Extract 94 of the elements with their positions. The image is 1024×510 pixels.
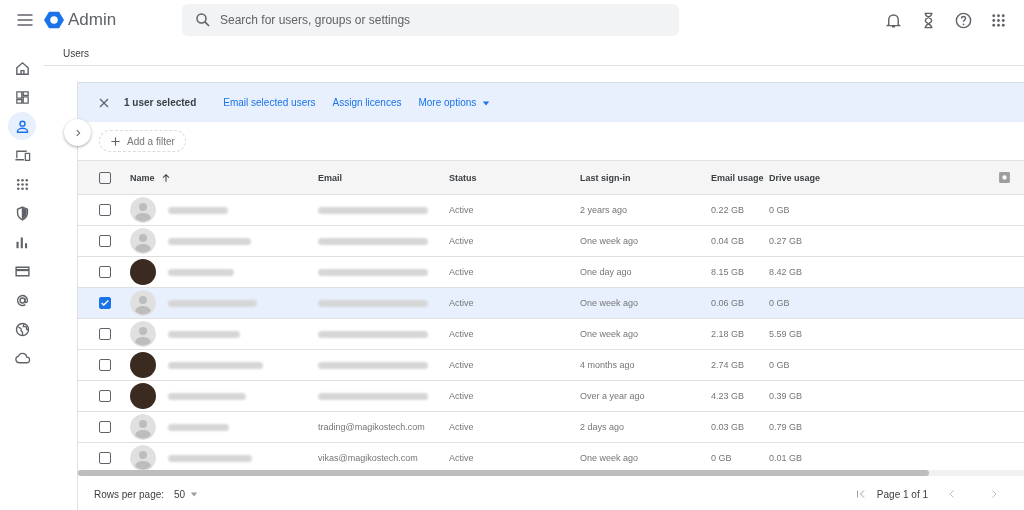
- table-cell-text: One week ago: [580, 329, 640, 339]
- column-header[interactable]: Email: [318, 172, 342, 183]
- add-filter-button[interactable]: Add a filter: [99, 130, 186, 152]
- table-cell-text: 8.42 GB: [769, 267, 804, 277]
- table-cell-text: 0.27 GB: [769, 236, 804, 246]
- row-checkbox[interactable]: [99, 328, 111, 340]
- table-cell-text: 2 days ago: [580, 422, 626, 432]
- table-cell-text: One week ago: [580, 236, 640, 246]
- scrollbar[interactable]: [78, 470, 1024, 476]
- row-checkbox[interactable]: [99, 421, 111, 433]
- caret-icon: [190, 490, 199, 498]
- action-link[interactable]: Email selected users: [223, 97, 316, 108]
- clear-selection-button[interactable]: [98, 96, 110, 109]
- column-header[interactable]: Last sign-in: [580, 172, 631, 183]
- table-cell-text: Active: [449, 267, 475, 277]
- blurred-name: [168, 423, 229, 431]
- column-header[interactable]: Status: [449, 172, 477, 183]
- select-all-checkbox[interactable]: [99, 171, 111, 184]
- table-cell-text: One week ago: [580, 453, 640, 463]
- rows-per-page-label: Rows per page:: [94, 488, 165, 500]
- table-cell-text: Active: [449, 329, 475, 339]
- column-settings-icon[interactable]: [997, 171, 1011, 184]
- table-cell-text: 0.03 GB: [711, 422, 746, 432]
- search-icon: [194, 11, 212, 29]
- caret-icon: [482, 98, 491, 107]
- table-cell-text: 0.01 GB: [769, 453, 804, 463]
- avatar-icon: [130, 228, 156, 254]
- table-cell-text: 0.79 GB: [769, 422, 804, 432]
- row-checkbox[interactable]: [99, 266, 111, 278]
- row-checkbox[interactable]: [99, 235, 111, 247]
- home-icon: [13, 59, 31, 77]
- avatar-icon: [130, 445, 156, 471]
- dashboard-icon: [13, 88, 31, 106]
- table-cell-text: Active: [449, 422, 475, 432]
- table-cell-text: 0.06 GB: [711, 298, 746, 308]
- table-cell-text: Active: [449, 205, 475, 215]
- table-cell-text: Active: [449, 391, 475, 401]
- blurred-name: [168, 268, 234, 276]
- action-link[interactable]: More options: [418, 97, 491, 108]
- table-cell-text: 0 GB: [769, 205, 791, 215]
- table-cell-text: One week ago: [580, 298, 640, 308]
- table-cell-text: trading@magikostech.com: [318, 422, 426, 432]
- column-header[interactable]: Name: [130, 172, 171, 183]
- avatar-icon: [130, 321, 156, 347]
- globe-icon: [13, 320, 31, 338]
- action-link[interactable]: Assign licences: [332, 97, 402, 108]
- selection-count: 1 user selected: [124, 97, 197, 108]
- avatar-icon: [130, 414, 156, 440]
- table-cell-text: 4.23 GB: [711, 391, 746, 401]
- first-page-icon: [854, 488, 867, 500]
- blurred-name: [168, 206, 228, 214]
- table-cell-text: 0 GB: [711, 453, 733, 463]
- table-cell-text: 8.15 GB: [711, 267, 746, 277]
- table-cell-text: 2 years ago: [580, 205, 629, 215]
- blurred-name: [168, 330, 240, 338]
- row-checkbox[interactable]: [99, 452, 111, 464]
- table-cell-text: Over a year ago: [580, 391, 646, 401]
- table-cell-text: 0 GB: [769, 360, 791, 370]
- table-cell-text: 0.04 GB: [711, 236, 746, 246]
- photo-placeholder: [130, 352, 156, 378]
- page-indicator: Page 1 of 1: [876, 488, 928, 500]
- first-page-button[interactable]: [854, 488, 867, 500]
- plus-icon: [110, 135, 121, 147]
- avatar-icon: [130, 197, 156, 223]
- table-cell-text: One day ago: [580, 267, 633, 277]
- photo-placeholder: [130, 383, 156, 409]
- table-cell-text: 0.22 GB: [711, 205, 746, 215]
- table-cell-text: 4 months ago: [580, 360, 636, 370]
- table-cell-text: Active: [449, 453, 475, 463]
- photo-placeholder: [130, 259, 156, 285]
- table-cell-text: Active: [449, 360, 475, 370]
- search-field[interactable]: Search for users, groups or settings: [182, 4, 679, 36]
- table-cell-text: 0.39 GB: [769, 391, 804, 401]
- table-cell-text: Active: [449, 298, 475, 308]
- table-cell-text: 2.74 GB: [711, 360, 746, 370]
- row-checkbox[interactable]: [99, 390, 111, 402]
- row-checkbox[interactable]: [99, 297, 111, 309]
- help-icon: [954, 10, 973, 30]
- close-icon: [98, 96, 110, 109]
- app-title: Admin: [68, 10, 117, 30]
- table-cell-text: 2.18 GB: [711, 329, 746, 339]
- sort-arrow-icon: [160, 172, 171, 183]
- column-header[interactable]: Drive usage: [769, 172, 821, 183]
- table-cell-text: Active: [449, 236, 475, 246]
- table-cell-text: vikas@magikostech.com: [318, 453, 419, 463]
- row-checkbox[interactable]: [99, 359, 111, 371]
- rows-per-page-dropdown[interactable]: 50: [174, 488, 199, 500]
- breadcrumb[interactable]: Users: [44, 40, 1024, 66]
- table-cell-text: 0 GB: [769, 298, 791, 308]
- nav-item[interactable]: [8, 112, 36, 140]
- column-header[interactable]: Email usage: [711, 172, 764, 183]
- table-cell-text: 5.59 GB: [769, 329, 804, 339]
- row-checkbox[interactable]: [99, 204, 111, 216]
- hexagon-logo-icon: [44, 10, 64, 30]
